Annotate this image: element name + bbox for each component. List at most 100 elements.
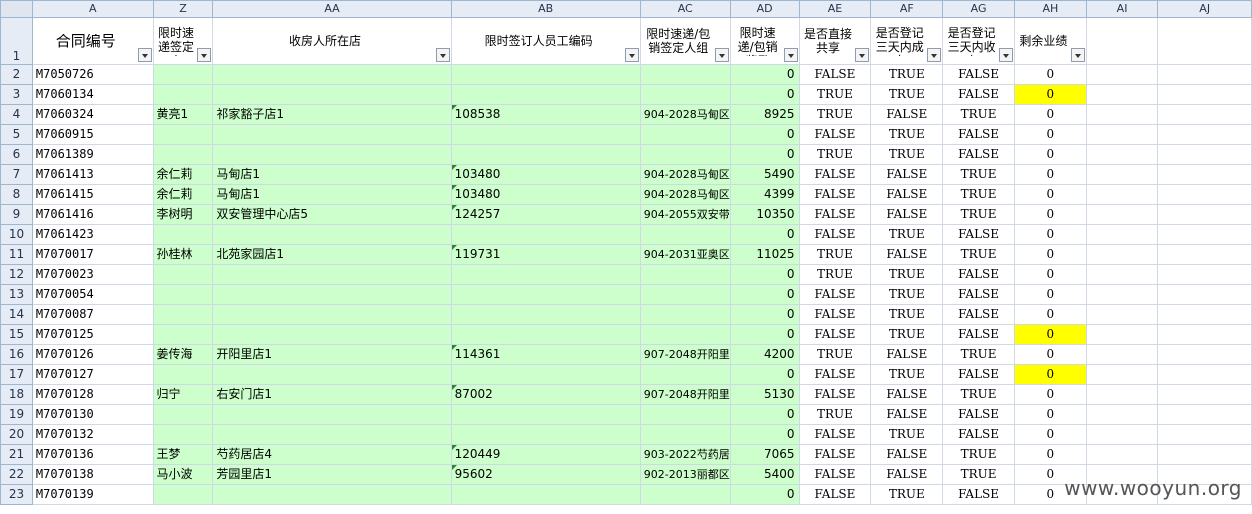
empty-cell[interactable] (1085, 244, 1159, 265)
contract-no-cell[interactable]: M7070128 (31, 384, 154, 405)
employee-id-cell[interactable] (450, 124, 641, 145)
bonus-cell[interactable]: 0 (729, 484, 800, 505)
contract-no-cell[interactable]: M7070054 (31, 284, 154, 305)
group-cell[interactable]: 902-2013丽都区 (639, 464, 731, 485)
signer-cell[interactable] (152, 84, 214, 105)
store-cell[interactable]: 北苑家园店1 (212, 244, 452, 265)
bonus-cell[interactable]: 5400 (729, 464, 800, 485)
empty-cell[interactable] (1085, 104, 1159, 125)
group-cell[interactable] (639, 84, 731, 105)
group-cell[interactable]: 904-2031亚奥区 (639, 244, 731, 265)
row-number[interactable]: 15 (0, 324, 33, 345)
signer-cell[interactable] (152, 284, 214, 305)
employee-id-cell[interactable]: 120449 (450, 444, 641, 465)
empty-cell[interactable] (1085, 84, 1159, 105)
bonus-cell[interactable]: 8925 (729, 104, 800, 125)
three-day-collect-cell[interactable]: FALSE (942, 304, 1015, 325)
row-number[interactable]: 17 (0, 364, 33, 385)
shared-cell[interactable]: FALSE (798, 204, 872, 225)
store-cell[interactable] (212, 124, 452, 145)
contract-no-cell[interactable]: M7061413 (31, 164, 154, 185)
employee-id-cell[interactable] (450, 404, 641, 425)
employee-id-cell[interactable]: 95602 (450, 464, 641, 485)
column-header-ah[interactable]: AH (1014, 0, 1087, 18)
empty-cell[interactable] (1085, 284, 1159, 305)
store-cell[interactable]: 双安管理中心店5 (212, 204, 452, 225)
row-number[interactable]: 12 (0, 264, 33, 285)
remaining-cell[interactable]: 0 (1014, 344, 1087, 365)
remaining-cell[interactable]: 0 (1014, 144, 1087, 165)
bonus-cell[interactable]: 5130 (729, 384, 800, 405)
bonus-cell[interactable]: 11025 (729, 244, 800, 265)
remaining-cell[interactable]: 0 (1014, 164, 1087, 185)
three-day-deal-cell[interactable]: TRUE (870, 304, 944, 325)
three-day-collect-cell[interactable]: FALSE (942, 364, 1015, 385)
bonus-cell[interactable]: 0 (729, 284, 800, 305)
row-number[interactable]: 3 (0, 84, 33, 105)
contract-no-cell[interactable]: M7070132 (31, 424, 154, 445)
three-day-collect-cell[interactable]: TRUE (942, 444, 1015, 465)
store-cell[interactable] (212, 424, 452, 445)
row-number[interactable]: 16 (0, 344, 33, 365)
signer-cell[interactable] (152, 424, 214, 445)
shared-cell[interactable]: FALSE (798, 464, 872, 485)
row-number[interactable]: 18 (0, 384, 33, 405)
contract-no-cell[interactable]: M7070017 (31, 244, 154, 265)
group-cell[interactable]: 903-2022芍药居 (639, 444, 731, 465)
signer-cell[interactable] (152, 144, 214, 165)
bonus-cell[interactable]: 10350 (729, 204, 800, 225)
employee-id-cell[interactable]: 103480 (450, 184, 641, 205)
group-cell[interactable] (639, 124, 731, 145)
employee-id-cell[interactable]: 87002 (450, 384, 641, 405)
employee-id-cell[interactable]: 103480 (450, 164, 641, 185)
group-cell[interactable] (639, 264, 731, 285)
column-header-aa[interactable]: AA (212, 0, 452, 18)
shared-cell[interactable]: TRUE (798, 244, 872, 265)
remaining-cell[interactable]: 0 (1014, 424, 1087, 445)
store-cell[interactable] (212, 64, 452, 85)
row-number[interactable]: 9 (0, 204, 33, 225)
row-number[interactable]: 14 (0, 304, 33, 325)
shared-cell[interactable]: FALSE (798, 124, 872, 145)
three-day-deal-cell[interactable]: FALSE (870, 384, 944, 405)
filter-dropdown-icon[interactable] (624, 48, 639, 62)
empty-cell[interactable] (1157, 404, 1252, 425)
bonus-cell[interactable]: 0 (729, 304, 800, 325)
employee-id-cell[interactable] (450, 304, 641, 325)
row-number[interactable]: 11 (0, 244, 33, 265)
header-cell-shared[interactable]: 是否直接共享 (798, 17, 872, 65)
row-number[interactable]: 1 (0, 17, 33, 65)
three-day-deal-cell[interactable]: FALSE (870, 444, 944, 465)
column-header-ai[interactable]: AI (1085, 0, 1159, 18)
bonus-cell[interactable]: 0 (729, 404, 800, 425)
store-cell[interactable]: 右安门店1 (212, 384, 452, 405)
header-cell-bonus[interactable]: 限时速递/包销奖励 (729, 17, 800, 65)
bonus-cell[interactable]: 0 (729, 324, 800, 345)
contract-no-cell[interactable]: M7060915 (31, 124, 154, 145)
column-header-ac[interactable]: AC (639, 0, 731, 18)
three-day-collect-cell[interactable]: TRUE (942, 184, 1015, 205)
three-day-collect-cell[interactable]: TRUE (942, 204, 1015, 225)
three-day-deal-cell[interactable]: TRUE (870, 284, 944, 305)
signer-cell[interactable]: 王梦 (152, 444, 214, 465)
three-day-deal-cell[interactable]: TRUE (870, 364, 944, 385)
bonus-cell[interactable]: 4399 (729, 184, 800, 205)
store-cell[interactable]: 马甸店1 (212, 184, 452, 205)
column-header-ae[interactable]: AE (798, 0, 872, 18)
empty-cell[interactable] (1157, 164, 1252, 185)
group-cell[interactable] (639, 484, 731, 505)
three-day-deal-cell[interactable]: FALSE (870, 104, 944, 125)
group-cell[interactable] (639, 324, 731, 345)
employee-id-cell[interactable]: 114361 (450, 344, 641, 365)
three-day-collect-cell[interactable]: FALSE (942, 484, 1015, 505)
bonus-cell[interactable]: 4200 (729, 344, 800, 365)
empty-cell[interactable] (1157, 304, 1252, 325)
store-cell[interactable] (212, 284, 452, 305)
row-number[interactable]: 22 (0, 464, 33, 485)
employee-id-cell[interactable] (450, 284, 641, 305)
employee-id-cell[interactable] (450, 144, 641, 165)
header-cell-three-day-deal[interactable]: 是否登记三天内成交 (870, 17, 944, 65)
empty-cell[interactable] (1085, 264, 1159, 285)
filter-dropdown-icon[interactable] (1070, 48, 1085, 62)
header-cell-remaining[interactable]: 剩余业绩 (1014, 17, 1087, 65)
